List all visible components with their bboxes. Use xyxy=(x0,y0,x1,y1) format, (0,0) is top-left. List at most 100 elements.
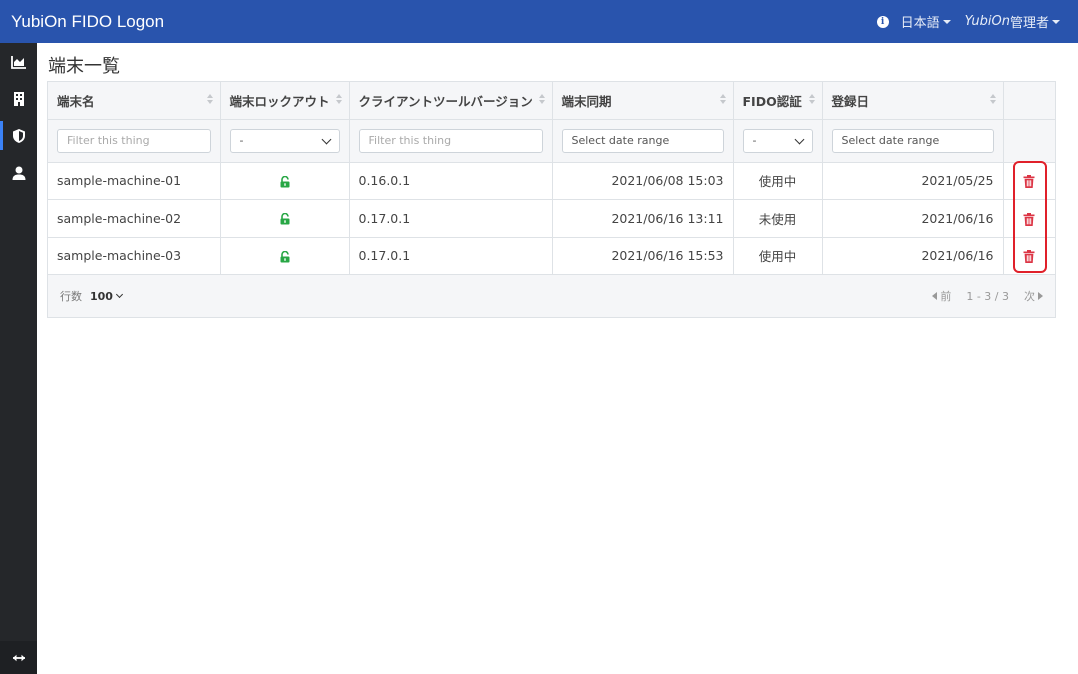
sidebar-item-devices[interactable] xyxy=(0,117,37,154)
sort-icon xyxy=(538,94,546,106)
app-title[interactable]: YubiOn FIDO Logon xyxy=(0,12,164,32)
chart-area-icon xyxy=(10,55,26,69)
version-filter-input[interactable]: Filter this thing xyxy=(358,128,543,153)
filter-cell xyxy=(1003,119,1055,163)
table-row: sample-machine-01 0.16.0.1 2021/06/08 15… xyxy=(48,162,1055,200)
filter-cell: Select date range xyxy=(822,119,1004,163)
caret-right-icon xyxy=(1038,292,1043,300)
trash-icon[interactable] xyxy=(1023,175,1035,189)
info-icon[interactable]: i xyxy=(876,15,889,28)
page-title: 端末一覧 xyxy=(48,56,120,77)
device-table: 端末名 端末ロックアウト クライアントツールバージョン 端末同期 FIDO認証 … xyxy=(48,82,1055,275)
device-name: sample-machine-03 xyxy=(48,237,221,275)
actions-cell xyxy=(1003,237,1055,275)
table-row: sample-machine-03 0.17.0.1 2021/06/16 15… xyxy=(48,237,1055,275)
sync-datetime: 2021/06/08 15:03 xyxy=(552,162,734,200)
sort-icon xyxy=(335,94,343,106)
caret-down-icon xyxy=(942,19,951,24)
unlock-icon[interactable] xyxy=(279,213,291,225)
building-icon xyxy=(13,91,24,106)
device-name: sample-machine-01 xyxy=(48,162,221,200)
column-header-label: 端末ロックアウト xyxy=(229,93,330,109)
column-header-actions xyxy=(1003,82,1055,120)
column-header-name[interactable]: 端末名 xyxy=(48,82,221,120)
registered-date: 2021/06/16 xyxy=(822,237,1004,275)
prev-page-label: 前 xyxy=(940,290,952,303)
trash-icon[interactable] xyxy=(1023,250,1035,264)
sync-datetime: 2021/06/16 15:53 xyxy=(552,237,734,275)
device-name: sample-machine-02 xyxy=(48,199,221,238)
lockout-cell xyxy=(220,199,350,238)
device-table-container: 端末名 端末ロックアウト クライアントツールバージョン 端末同期 FIDO認証 … xyxy=(47,81,1056,318)
sidebar xyxy=(0,43,37,674)
registered-date-range-input[interactable]: Select date range xyxy=(831,128,994,153)
column-header-label: FIDO認証 xyxy=(742,93,802,109)
lockout-cell xyxy=(220,237,350,275)
registered-date: 2021/06/16 xyxy=(822,199,1004,238)
client-version: 0.17.0.1 xyxy=(349,199,553,238)
rows-per-page-value: 100 xyxy=(90,289,113,303)
rows-per-page-label: 行数 xyxy=(60,290,82,303)
sort-icon xyxy=(808,94,816,106)
client-version: 0.16.0.1 xyxy=(349,162,553,200)
filter-cell: Select date range xyxy=(552,119,734,163)
sync-date-range-input[interactable]: Select date range xyxy=(561,128,724,153)
admin-dropdown[interactable]: YubiOn 管理者 xyxy=(965,12,1060,31)
sidebar-item-users[interactable] xyxy=(0,154,37,191)
filter-cell: - xyxy=(733,119,823,163)
filter-cell: Filter this thing xyxy=(48,119,221,163)
expand-arrows-icon xyxy=(12,654,25,661)
caret-down-icon xyxy=(1052,19,1060,24)
sidebar-item-organization[interactable] xyxy=(0,80,37,117)
registered-date: 2021/05/25 xyxy=(822,162,1004,200)
select-value: - xyxy=(752,134,757,147)
prev-page-button[interactable]: 前 xyxy=(932,288,951,304)
filter-cell: - xyxy=(220,119,350,163)
column-header-lockout[interactable]: 端末ロックアウト xyxy=(220,82,350,120)
next-page-label: 次 xyxy=(1024,290,1035,303)
sync-datetime: 2021/06/16 13:11 xyxy=(552,199,734,238)
column-header-label: 端末同期 xyxy=(561,93,612,109)
fido-status: 使用中 xyxy=(733,237,823,275)
user-icon xyxy=(12,166,25,180)
chevron-down-icon xyxy=(794,134,804,144)
sidebar-item-dashboard[interactable] xyxy=(0,43,37,80)
language-label: 日本語 xyxy=(900,16,940,31)
column-header-label: 端末名 xyxy=(57,93,95,109)
table-footer: 行数 100 前 1 - 3 / 3 次 xyxy=(48,275,1055,317)
lockout-filter-select[interactable]: - xyxy=(229,128,340,153)
name-filter-input[interactable]: Filter this thing xyxy=(57,128,211,153)
fido-status: 使用中 xyxy=(733,162,823,200)
trash-icon[interactable] xyxy=(1023,212,1035,226)
column-header-registered[interactable]: 登録日 xyxy=(822,82,1004,120)
next-page-button[interactable]: 次 xyxy=(1024,288,1043,304)
column-header-fido[interactable]: FIDO認証 xyxy=(733,82,823,120)
language-dropdown[interactable]: 日本語 xyxy=(901,12,951,31)
table-row: sample-machine-02 0.17.0.1 2021/06/16 13… xyxy=(48,199,1055,238)
column-header-label: クライアントツールバージョン xyxy=(358,93,533,109)
caret-left-icon xyxy=(932,292,938,300)
top-navbar: YubiOn FIDO Logon i 日本語 YubiOn 管理者 xyxy=(0,0,1078,43)
unlock-icon[interactable] xyxy=(279,175,291,188)
column-header-label: 登録日 xyxy=(831,93,870,109)
client-version: 0.17.0.1 xyxy=(349,237,553,275)
column-header-sync[interactable]: 端末同期 xyxy=(552,82,734,120)
chevron-down-icon xyxy=(115,290,124,299)
admin-name-suffix: 管理者 xyxy=(1009,16,1049,31)
rows-per-page-select[interactable]: 100 xyxy=(90,289,124,303)
shield-icon xyxy=(12,128,25,143)
fido-filter-select[interactable]: - xyxy=(742,128,813,153)
actions-cell xyxy=(1003,199,1055,238)
pagination: 前 1 - 3 / 3 次 xyxy=(932,288,1043,304)
filter-cell: Filter this thing xyxy=(349,119,553,163)
admin-name-italic: YubiOn xyxy=(964,14,1010,29)
chevron-down-icon xyxy=(321,134,331,144)
unlock-icon[interactable] xyxy=(279,250,291,263)
sort-icon xyxy=(719,94,727,106)
sidebar-toggle[interactable] xyxy=(0,641,37,674)
sort-icon xyxy=(206,94,214,106)
fido-status: 未使用 xyxy=(733,199,823,238)
navbar-right: i 日本語 YubiOn 管理者 xyxy=(876,12,1078,31)
column-header-version[interactable]: クライアントツールバージョン xyxy=(349,82,553,120)
lockout-cell xyxy=(220,162,350,200)
